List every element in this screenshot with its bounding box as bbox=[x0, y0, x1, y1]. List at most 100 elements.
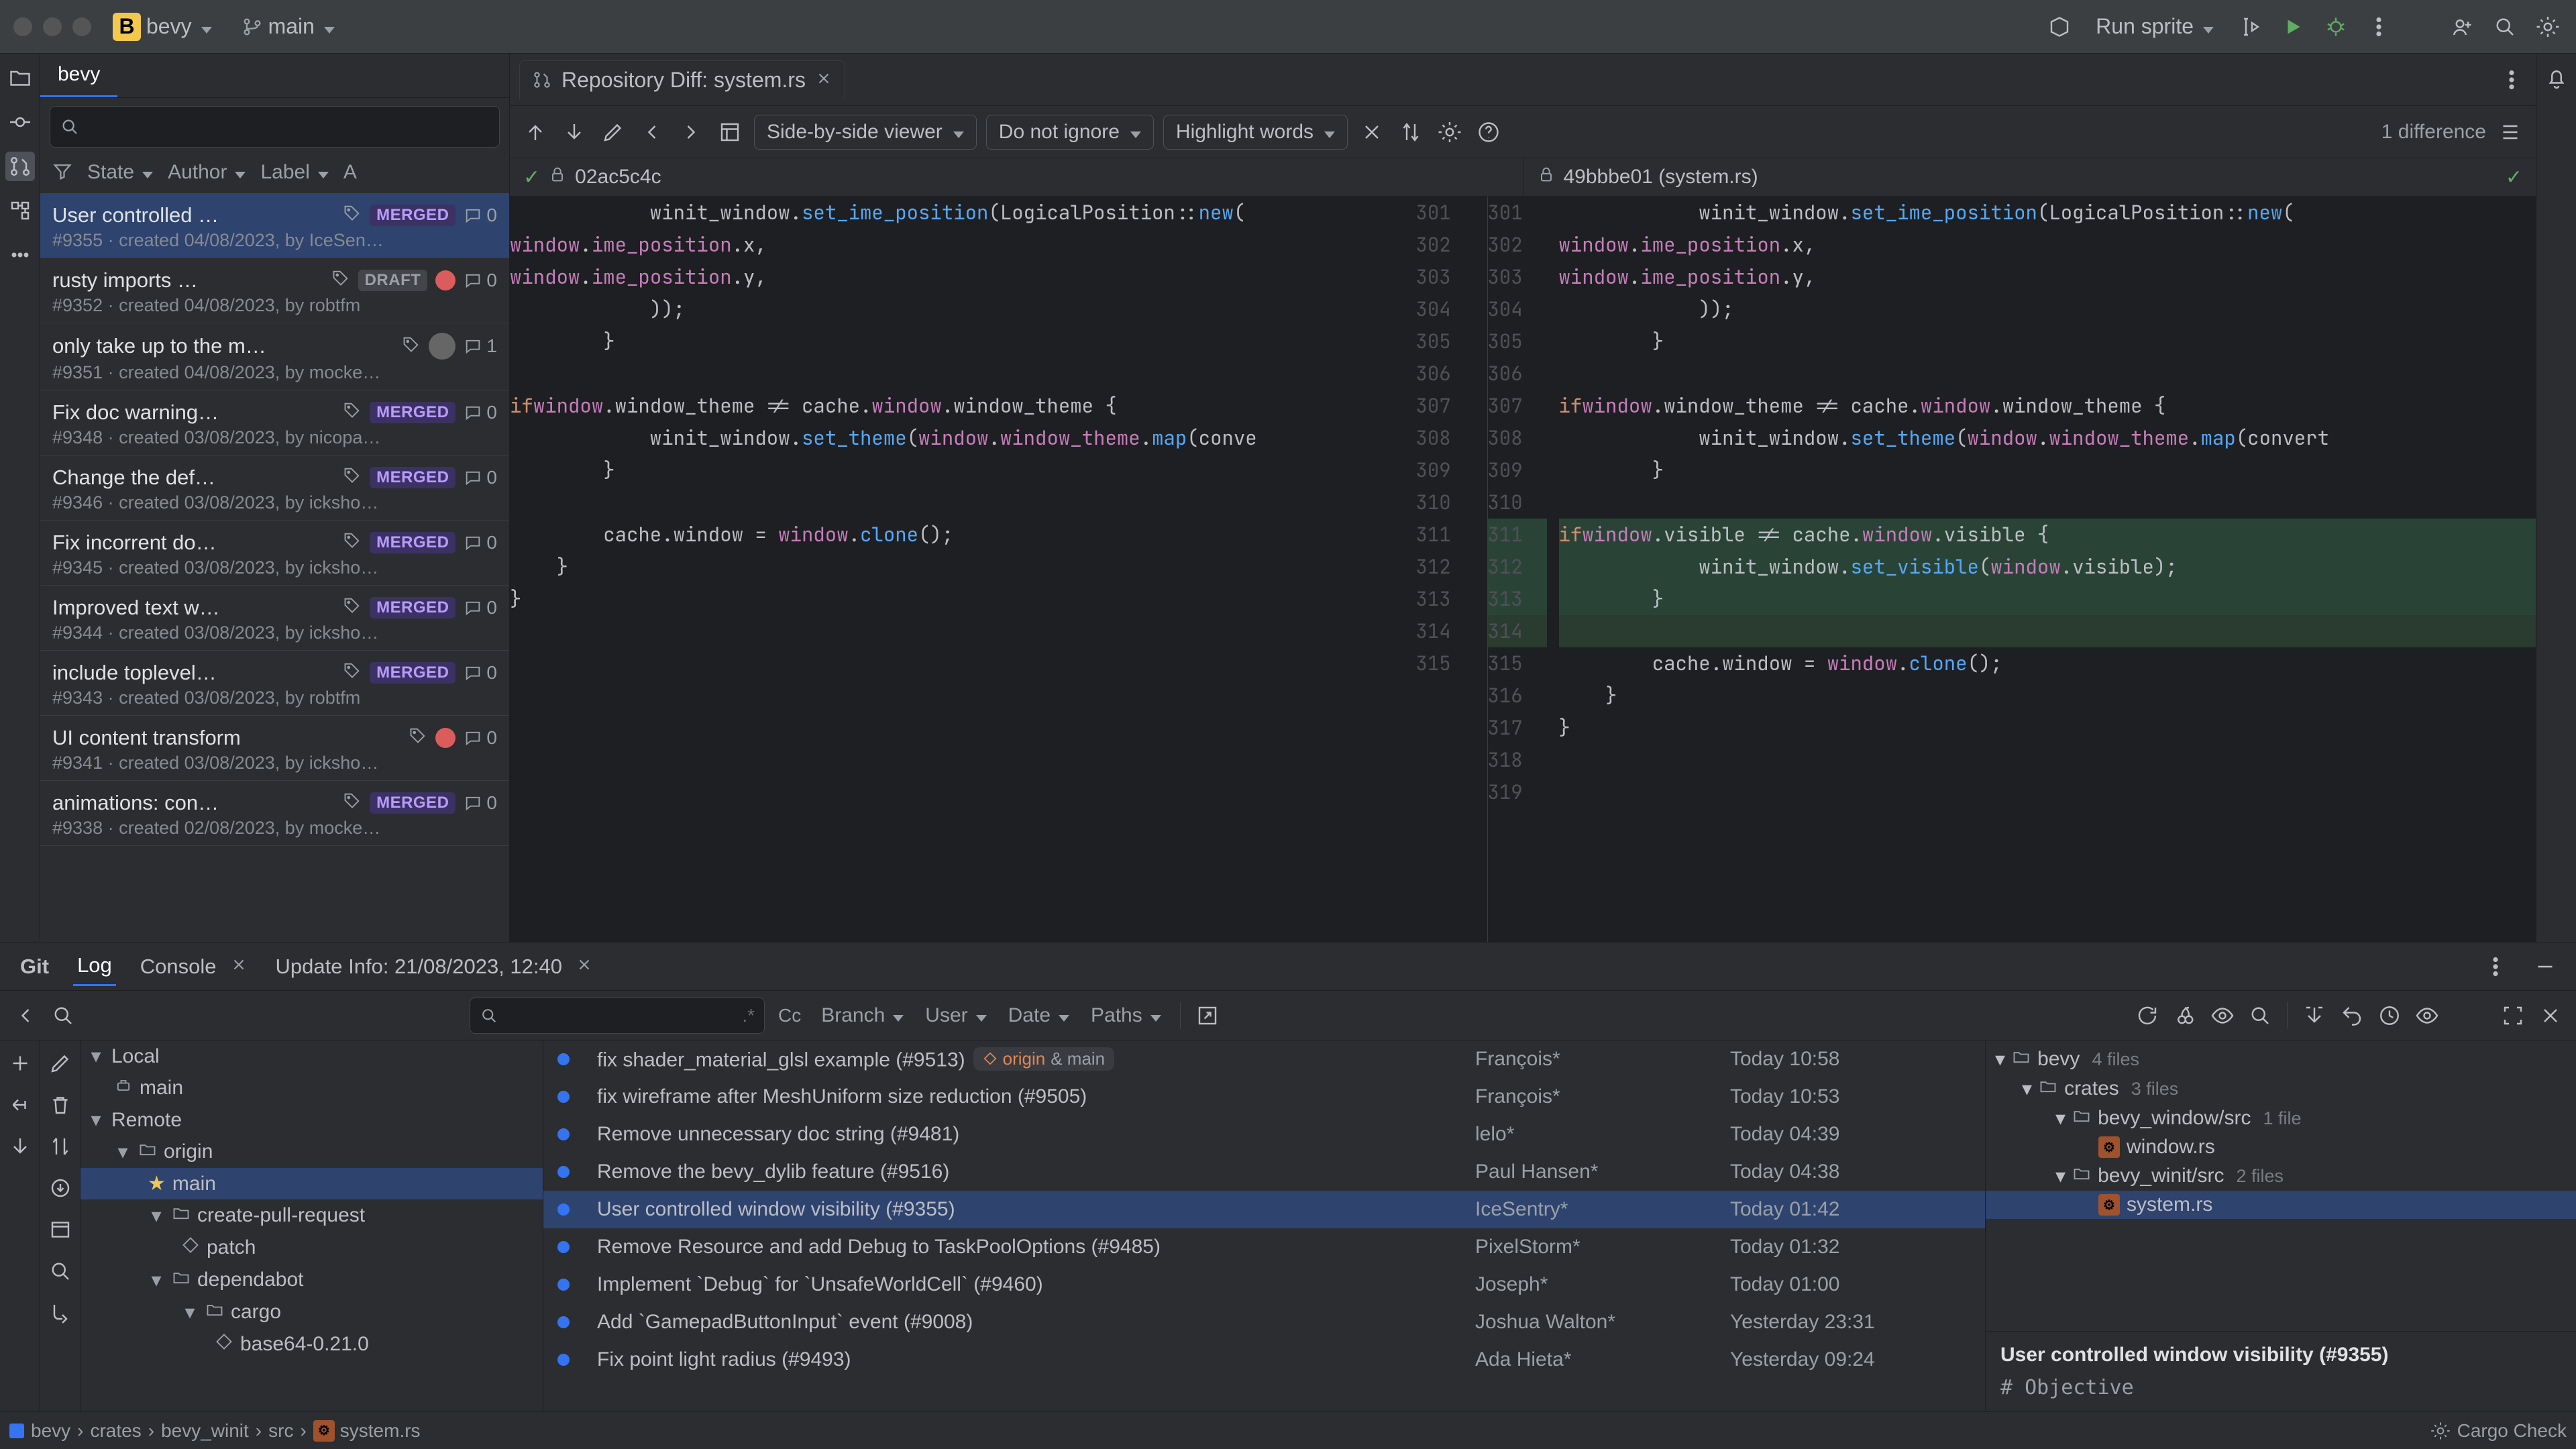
branch-local-main[interactable]: main bbox=[80, 1072, 543, 1104]
filter-assignee[interactable]: A bbox=[343, 161, 357, 184]
notifications-icon[interactable] bbox=[2542, 63, 2571, 93]
filter-icon[interactable] bbox=[52, 161, 72, 181]
tab-more-icon[interactable] bbox=[2497, 65, 2526, 95]
filter-author[interactable]: Author bbox=[168, 161, 246, 184]
run-icon[interactable] bbox=[2278, 12, 2308, 42]
remote-origin[interactable]: ▾origin bbox=[80, 1136, 543, 1168]
pull-requests-tool-icon[interactable] bbox=[5, 152, 35, 181]
file-system-rs[interactable]: ⚙system.rs bbox=[1986, 1191, 2576, 1219]
tab-console[interactable]: Console bbox=[136, 948, 252, 985]
log-search-input[interactable]: .* bbox=[470, 998, 765, 1034]
sync-scroll-icon[interactable] bbox=[1396, 117, 1426, 147]
revert-icon[interactable] bbox=[2337, 1001, 2367, 1030]
tree-root[interactable]: ▾bevy4 files bbox=[1986, 1044, 2576, 1074]
pr-item[interactable]: include toplevel… MERGED 0 #9343 · creat… bbox=[40, 651, 509, 716]
commit-row[interactable]: fix shader_material_glsl example (#9513)… bbox=[543, 1040, 1985, 1078]
run-config-selector[interactable]: Run sprite bbox=[2088, 11, 2222, 42]
branches-remote[interactable]: ▾Remote bbox=[80, 1104, 543, 1136]
more-tool-icon[interactable] bbox=[5, 240, 35, 270]
close-icon[interactable] bbox=[230, 955, 248, 979]
pr-item[interactable]: Improved text w… MERGED 0 #9344 · create… bbox=[40, 586, 509, 651]
branches-local[interactable]: ▾Local bbox=[80, 1040, 543, 1072]
structure-tool-icon[interactable] bbox=[5, 196, 35, 225]
pr-repo-tab[interactable]: bevy bbox=[40, 54, 117, 97]
pr-item[interactable]: User controlled … MERGED 0 #9355 · creat… bbox=[40, 193, 509, 258]
filter-paths[interactable]: Paths bbox=[1084, 1004, 1168, 1027]
highlight-mode-select[interactable]: Highlight words bbox=[1163, 115, 1348, 150]
project-tool-icon[interactable] bbox=[5, 63, 35, 93]
more-icon[interactable] bbox=[2364, 12, 2394, 42]
pr-list[interactable]: User controlled … MERGED 0 #9355 · creat… bbox=[40, 193, 509, 942]
folder-cargo[interactable]: ▾cargo bbox=[80, 1296, 543, 1328]
collapse-icon[interactable] bbox=[1357, 117, 1387, 147]
commit-row[interactable]: Remove Resource and add Debug to TaskPoo… bbox=[543, 1228, 1985, 1266]
filter-branch[interactable]: Branch bbox=[814, 1004, 910, 1027]
tree-crates[interactable]: ▾crates3 files bbox=[1986, 1074, 2576, 1104]
pr-item[interactable]: Fix incorrent do… MERGED 0 #9345 · creat… bbox=[40, 521, 509, 586]
commit-row[interactable]: User controlled window visibility (#9355… bbox=[543, 1191, 1985, 1228]
open-new-tab-icon[interactable] bbox=[1193, 1001, 1222, 1030]
find-icon[interactable] bbox=[2245, 1001, 2275, 1030]
pr-item[interactable]: UI content transform 0 #9341 · created 0… bbox=[40, 716, 509, 781]
breadcrumb[interactable]: ⚙system.rs bbox=[313, 1420, 421, 1442]
branch-patch[interactable]: patch bbox=[80, 1232, 543, 1264]
pr-item[interactable]: Fix doc warning… MERGED 0 #9348 · create… bbox=[40, 390, 509, 455]
nav-back-icon[interactable] bbox=[637, 117, 667, 147]
pr-search-input[interactable] bbox=[50, 106, 500, 148]
branches-tree[interactable]: ▾Local main ▾Remote ▾origin ★main ▾creat… bbox=[80, 1040, 543, 1411]
tree-bevy-winit[interactable]: ▾bevy_winit/src2 files bbox=[1986, 1161, 2576, 1191]
filter-state[interactable]: State bbox=[87, 161, 153, 184]
diff-view[interactable]: winit_window.set_ime_position(LogicalPos… bbox=[510, 197, 2536, 942]
commit-row[interactable]: Remove unnecessary doc string (#9481) le… bbox=[543, 1116, 1985, 1153]
tree-bevy-window[interactable]: ▾bevy_window/src1 file bbox=[1986, 1104, 2576, 1133]
eye-icon[interactable] bbox=[2208, 1001, 2237, 1030]
options-icon[interactable] bbox=[2481, 952, 2510, 981]
branch-base64[interactable]: base64-0.21.0 bbox=[80, 1328, 543, 1360]
commit-tool-icon[interactable] bbox=[5, 107, 35, 137]
delete-icon[interactable] bbox=[46, 1090, 75, 1120]
filter-user[interactable]: User bbox=[918, 1004, 993, 1027]
branch-selector[interactable]: main bbox=[233, 11, 343, 42]
folder-cpr[interactable]: ▾create-pull-request bbox=[80, 1199, 543, 1232]
pr-item[interactable]: animations: con… MERGED 0 #9338 · create… bbox=[40, 781, 509, 846]
breadcrumb[interactable]: bevy_winit bbox=[161, 1420, 249, 1442]
update-icon[interactable] bbox=[5, 1132, 35, 1161]
layout-icon[interactable] bbox=[715, 117, 745, 147]
filter-date[interactable]: Date bbox=[1002, 1004, 1076, 1027]
settings-icon[interactable] bbox=[2533, 12, 2563, 42]
minimize-icon[interactable] bbox=[2530, 952, 2560, 981]
plus-icon[interactable] bbox=[5, 1049, 35, 1078]
build-icon[interactable] bbox=[2045, 12, 2074, 42]
breadcrumb[interactable]: crates bbox=[90, 1420, 141, 1442]
commit-row[interactable]: Add `GamepadButtonInput` event (#9008) J… bbox=[543, 1303, 1985, 1341]
checkout-icon[interactable] bbox=[5, 1090, 35, 1120]
edit-icon[interactable] bbox=[598, 117, 628, 147]
folder-dependabot[interactable]: ▾dependabot bbox=[80, 1264, 543, 1296]
find-branch-icon[interactable] bbox=[46, 1256, 75, 1286]
commit-row[interactable]: fix wireframe after MeshUniform size red… bbox=[543, 1078, 1985, 1116]
ignore-mode-select[interactable]: Do not ignore bbox=[986, 115, 1154, 150]
commit-list[interactable]: fix shader_material_glsl example (#9513)… bbox=[543, 1040, 1986, 1411]
list-icon[interactable] bbox=[2496, 117, 2525, 147]
close-icon[interactable] bbox=[576, 955, 593, 979]
commit-row[interactable]: Implement `Debug` for `UnsafeWorldCell` … bbox=[543, 1266, 1985, 1303]
traffic-max[interactable] bbox=[72, 17, 91, 36]
close-detail-icon[interactable] bbox=[2536, 1001, 2565, 1030]
editor-tab[interactable]: Repository Diff: system.rs bbox=[519, 60, 845, 99]
tab-git[interactable]: Git bbox=[16, 948, 53, 985]
breadcrumb[interactable]: bevy bbox=[31, 1420, 70, 1442]
traffic-min[interactable] bbox=[43, 17, 62, 36]
gear-icon[interactable] bbox=[1435, 117, 1464, 147]
changed-files-tree[interactable]: ▾bevy4 files ▾crates3 files ▾bevy_window… bbox=[1986, 1040, 2576, 1331]
commit-row[interactable]: Remove the bevy_dylib feature (#9516) Pa… bbox=[543, 1153, 1985, 1191]
edit-icon[interactable] bbox=[46, 1049, 75, 1078]
close-icon[interactable] bbox=[815, 68, 833, 93]
help-icon[interactable] bbox=[1474, 117, 1503, 147]
expand-icon[interactable] bbox=[2498, 1001, 2528, 1030]
breadcrumb[interactable]: src bbox=[268, 1420, 293, 1442]
tab-update-info[interactable]: Update Info: 21/08/2023, 12:40 bbox=[272, 948, 597, 985]
traffic-close[interactable] bbox=[13, 17, 32, 36]
search-icon[interactable] bbox=[2490, 12, 2520, 42]
debug-icon[interactable] bbox=[2321, 12, 2351, 42]
code-with-me-icon[interactable] bbox=[2447, 12, 2477, 42]
